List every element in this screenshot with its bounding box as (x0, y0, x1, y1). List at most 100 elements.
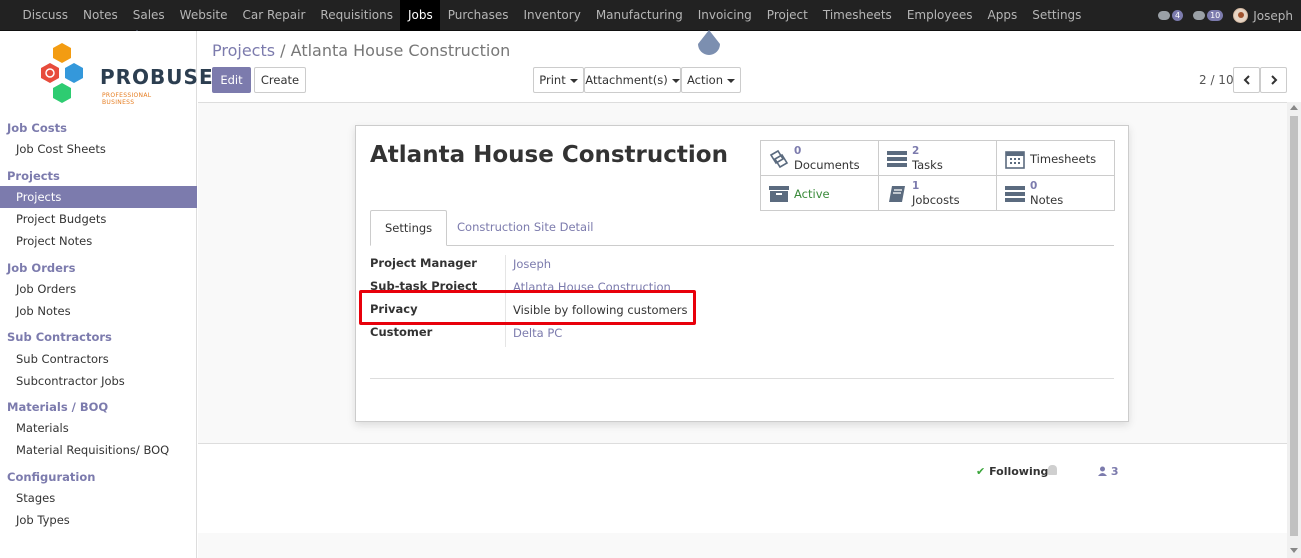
breadcrumb-separator: / (280, 41, 286, 60)
sidebar-item-sub-contractors[interactable]: Sub Contractors (0, 348, 197, 370)
sidebar-item-subcontractor-jobs[interactable]: Subcontractor Jobs (0, 370, 197, 392)
section-sub-contractors: Sub Contractors (7, 330, 112, 344)
print-label: Print (539, 73, 566, 87)
menu-settings[interactable]: Settings (1025, 0, 1089, 31)
jobcosts-stat-button[interactable]: 1 Jobcosts (879, 176, 997, 211)
chevron-down-icon (727, 78, 736, 83)
customer-label: Customer (370, 325, 433, 339)
create-button[interactable]: Create (254, 67, 306, 93)
tasks-icon (887, 151, 907, 167)
menu-apps[interactable]: Apps (980, 0, 1025, 31)
pager-next-button[interactable] (1260, 67, 1287, 93)
action-button[interactable]: Action (681, 67, 741, 93)
menu-website[interactable]: Website (172, 0, 235, 31)
sidebar-item-projects[interactable]: Projects (0, 186, 197, 208)
sidebar-item-material-requisitions[interactable]: Material Requisitions/ BOQ (0, 439, 197, 461)
menu-project[interactable]: Project (759, 0, 815, 31)
menu-notes[interactable]: Notes (76, 0, 126, 31)
notebook-tabs: Settings Construction Site Detail (370, 210, 1114, 246)
sidebar-item-job-notes[interactable]: Job Notes (0, 300, 197, 322)
notes-icon (1005, 186, 1025, 202)
pager-previous-button[interactable] (1233, 67, 1260, 93)
app-menu: Discuss Notes Sales Website Car Repair R… (15, 0, 1089, 31)
scroll-up-icon[interactable] (1290, 105, 1298, 110)
chat-button[interactable]: 4 (1157, 10, 1184, 21)
timesheets-stat-button[interactable]: Timesheets (997, 141, 1115, 176)
documents-label: Documents (794, 158, 860, 172)
chat-count: 4 (1171, 10, 1184, 21)
chatter (198, 443, 1287, 533)
sidebar-item-job-cost-sheets[interactable]: Job Cost Sheets (0, 138, 197, 160)
breadcrumb-current: Atlanta House Construction (290, 41, 511, 60)
breadcrumb-projects[interactable]: Projects (212, 41, 275, 60)
followers-button[interactable]: 3 (1098, 465, 1119, 478)
top-navbar: Discuss Notes Sales Website Car Repair R… (0, 0, 1301, 31)
menu-invoicing[interactable]: Invoicing (690, 0, 759, 31)
sidebar-item-project-notes[interactable]: Project Notes (0, 230, 197, 252)
section-configuration: Configuration (7, 470, 96, 484)
menu-car-repair[interactable]: Car Repair (235, 0, 313, 31)
sidebar: PROBUSE PROFESSIONAL BUSINESS Job Costs … (0, 31, 213, 558)
scroll-down-icon[interactable] (1290, 548, 1298, 553)
tab-construction-site-detail[interactable]: Construction Site Detail (443, 210, 608, 246)
notes-stat-button[interactable]: 0 Notes (997, 176, 1115, 211)
scrollbar[interactable] (1287, 102, 1301, 558)
sidebar-item-job-orders[interactable]: Job Orders (0, 278, 197, 300)
record-title: Atlanta House Construction (370, 142, 728, 168)
smart-buttons: 0 Documents 2 Tasks Timesheets Active 1 … (760, 140, 1115, 211)
bell-icon[interactable] (1048, 465, 1057, 475)
section-job-orders: Job Orders (7, 261, 76, 275)
documents-stat-button[interactable]: 0 Documents (761, 141, 879, 176)
active-label: Active (794, 187, 830, 201)
section-materials-boq: Materials / BOQ (7, 400, 109, 414)
privacy-label: Privacy (370, 302, 458, 316)
avatar (1233, 8, 1249, 23)
section-projects: Projects (7, 169, 60, 183)
jobcosts-count: 1 (912, 180, 920, 192)
activity-button[interactable]: 10 (1193, 10, 1224, 21)
check-icon: ✔ (976, 465, 986, 478)
documents-icon (769, 149, 789, 169)
documents-count: 0 (794, 145, 802, 157)
menu-manufacturing[interactable]: Manufacturing (588, 0, 690, 31)
breadcrumb: Projects / Atlanta House Construction (212, 41, 510, 60)
menu-inventory[interactable]: Inventory (516, 0, 588, 31)
project-manager-value[interactable]: Joseph (513, 257, 551, 271)
project-manager-label: Project Manager (370, 256, 477, 270)
following-label: Following (989, 465, 1049, 478)
tab-settings[interactable]: Settings (370, 210, 448, 246)
menu-sales[interactable]: Sales (125, 0, 172, 31)
company-logo[interactable]: PROBUSE PROFESSIONAL BUSINESS (36, 41, 213, 117)
menu-purchases[interactable]: Purchases (440, 0, 516, 31)
privacy-value[interactable]: Visible by following customers (513, 303, 687, 317)
sidebar-item-project-budgets[interactable]: Project Budgets (0, 208, 197, 230)
scroll-thumb[interactable] (1290, 116, 1298, 536)
section-job-costs: Job Costs (7, 121, 67, 135)
notes-count: 0 (1030, 180, 1038, 192)
attachments-button[interactable]: Attachment(s) (584, 67, 681, 93)
edit-button[interactable]: Edit (212, 67, 251, 93)
menu-timesheets[interactable]: Timesheets (815, 0, 899, 31)
active-toggle-button[interactable]: Active (761, 176, 879, 211)
pager-value[interactable]: 2 / 10 (1199, 73, 1234, 87)
user-menu[interactable]: Joseph (1233, 8, 1293, 23)
menu-jobs[interactable]: Jobs (400, 0, 441, 31)
logo-subtitle: PROFESSIONAL BUSINESS (102, 92, 152, 106)
divider (370, 378, 1114, 379)
sidebar-item-stages[interactable]: Stages (0, 487, 197, 509)
attachments-label: Attachment(s) (585, 73, 668, 87)
menu-employees[interactable]: Employees (899, 0, 980, 31)
customer-value[interactable]: Delta PC (513, 326, 562, 340)
chat-icon (1157, 11, 1170, 20)
following-button[interactable]: ✔ Following (976, 465, 1048, 478)
sidebar-item-job-types[interactable]: Job Types (0, 509, 197, 531)
tasks-label: Tasks (912, 158, 943, 172)
menu-requisitions[interactable]: Requisitions (313, 0, 401, 31)
sidebar-item-materials[interactable]: Materials (0, 417, 197, 439)
tasks-stat-button[interactable]: 2 Tasks (879, 141, 997, 176)
archive-icon (769, 186, 789, 202)
activity-count: 10 (1207, 10, 1224, 21)
print-button[interactable]: Print (533, 67, 584, 93)
systray: 4 10 Joseph (1157, 0, 1293, 31)
menu-discuss[interactable]: Discuss (15, 0, 76, 31)
